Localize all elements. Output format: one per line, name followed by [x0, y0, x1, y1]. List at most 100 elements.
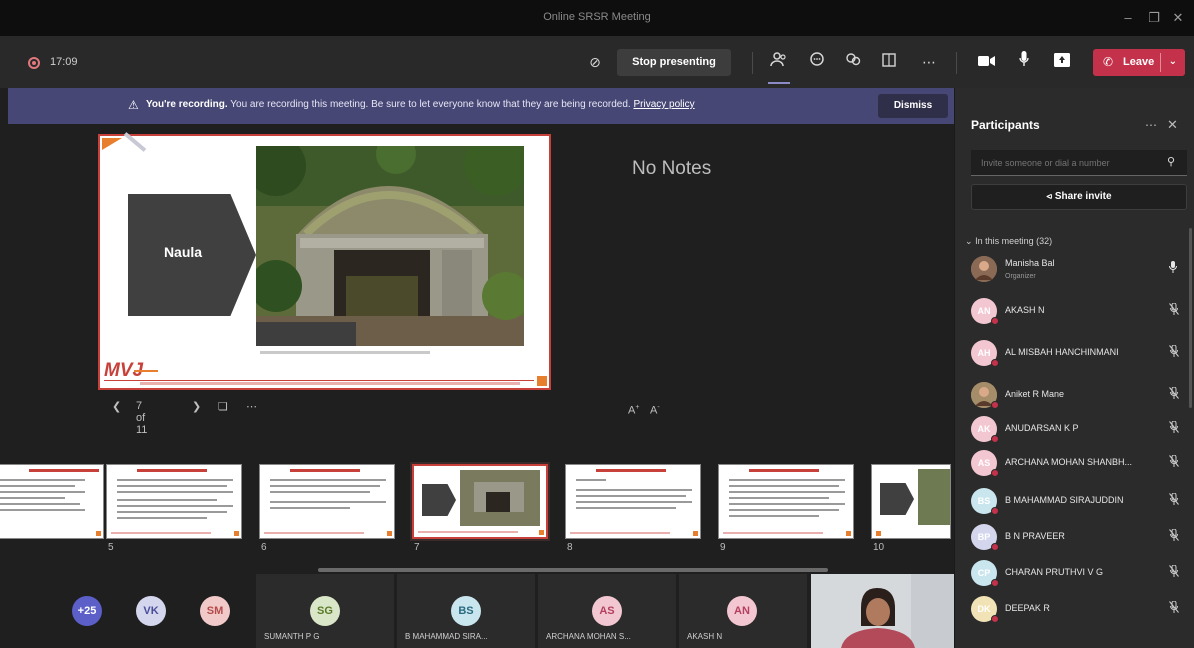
participant-row[interactable]: DK DEEPAK R	[965, 592, 1185, 626]
decrease-font-icon[interactable]: A-	[650, 404, 660, 417]
reactions-icon[interactable]	[842, 51, 864, 73]
slide-footer-line	[104, 380, 534, 381]
in-meeting-section-header[interactable]: ⌄ In this meeting (32)	[965, 236, 1052, 247]
image-caption	[260, 351, 430, 354]
slide-thumbnail[interactable]	[718, 464, 854, 539]
previous-slide-icon[interactable]: ❮	[112, 400, 121, 413]
self-video-tile[interactable]	[811, 574, 954, 648]
participant-row[interactable]: BP B N PRAVEER	[965, 520, 1185, 554]
thumbnail-number: 6	[261, 542, 267, 553]
participants-panel: Participants ⋯ ✕ ⚲ ⪦ Share invite ⌄ In t…	[954, 88, 1194, 648]
participant-name: AKASH N	[687, 632, 723, 641]
chat-icon[interactable]	[806, 51, 828, 73]
avatar[interactable]: SM	[200, 596, 230, 626]
increase-font-icon[interactable]: A+	[628, 404, 639, 417]
share-invite-label: Share invite	[1054, 191, 1112, 202]
avatar: BS	[451, 596, 481, 626]
privacy-policy-link[interactable]: Privacy policy	[633, 99, 694, 110]
microphone-muted-icon[interactable]	[1169, 564, 1179, 580]
participant-row[interactable]: Aniket R Mane	[965, 378, 1185, 412]
microphone-muted-icon[interactable]	[1169, 528, 1179, 544]
invite-input[interactable]	[971, 150, 1187, 176]
presentation-stage: Naula MVJ No Notes ❮ 7 of 11 ❯ ❏ ⋯ A+ A-…	[0, 124, 954, 572]
presence-status-badge	[991, 435, 999, 443]
presence-status-badge	[991, 359, 999, 367]
avatar[interactable]: VK	[136, 596, 166, 626]
participant-row[interactable]: AS ARCHANA MOHAN SHANBH...	[965, 446, 1185, 480]
more-actions-icon[interactable]: ⋯	[918, 51, 940, 73]
title-bar: Online SRSR Meeting – ❐ ✕	[0, 0, 1194, 36]
participant-name: AL MISBAH HANCHINMANI	[1005, 347, 1119, 357]
participant-row[interactable]: CP CHARAN PRUTHVI V G	[965, 556, 1185, 590]
slide-thumbnail[interactable]	[259, 464, 395, 539]
slide-thumbnail[interactable]	[0, 464, 104, 539]
share-icon: ⪦	[1046, 191, 1053, 202]
microphone-muted-icon[interactable]	[1169, 600, 1179, 616]
active-tab-indicator	[768, 82, 790, 84]
participant-name: SUMANTH P G	[264, 632, 320, 641]
meeting-toolbar: 17:09 ⊘ Stop presenting ⋯ ✆ Leave ⌄	[0, 36, 1194, 88]
breakout-rooms-icon[interactable]	[878, 51, 900, 73]
thumbnail-number: 9	[720, 542, 726, 553]
microphone-icon[interactable]	[1013, 51, 1035, 73]
thumbnail-scrollbar[interactable]	[318, 568, 828, 572]
stop-presenting-button[interactable]: Stop presenting	[617, 49, 731, 76]
avatar: AN	[727, 596, 757, 626]
panel-scrollbar[interactable]	[1189, 228, 1192, 408]
close-icon[interactable]: ✕	[1168, 8, 1188, 28]
slide-grid-icon[interactable]: ❏	[218, 400, 228, 413]
more-options-icon[interactable]: ⋯	[1145, 118, 1157, 132]
microphone-muted-icon[interactable]	[1169, 454, 1179, 470]
slide-thumbnail-selected[interactable]	[410, 462, 550, 541]
minimize-icon[interactable]: –	[1118, 8, 1138, 28]
leave-button[interactable]: ✆ Leave ⌄	[1093, 49, 1185, 76]
people-icon[interactable]	[768, 51, 790, 73]
search-icon[interactable]: ⚲	[1167, 155, 1175, 168]
slide-thumbnail[interactable]	[871, 464, 951, 539]
share-invite-button[interactable]: ⪦ Share invite	[971, 184, 1187, 210]
dismiss-button[interactable]: Dismiss	[878, 94, 948, 118]
participant-name: Manisha Bal	[1005, 258, 1055, 268]
share-tray-icon[interactable]	[1051, 51, 1073, 73]
microphone-icon[interactable]	[1169, 261, 1177, 276]
slide-thumbnail[interactable]	[565, 464, 701, 539]
toolbar-divider	[956, 52, 957, 74]
microphone-muted-icon[interactable]	[1169, 386, 1179, 402]
microphone-muted-icon[interactable]	[1169, 492, 1179, 508]
slide-box-label: Naula	[163, 244, 203, 260]
participant-name: ARCHANA MOHAN SHANBH...	[1005, 457, 1133, 467]
participant-row[interactable]: AN AKASH N	[965, 294, 1185, 328]
overflow-participants-badge[interactable]: +25	[72, 596, 102, 626]
participant-tile[interactable]: SG SUMANTH P G	[256, 574, 394, 648]
stop-sharing-view-icon[interactable]: ⊘	[584, 51, 606, 73]
participant-row[interactable]: BS B MAHAMMAD SIRAJUDDIN	[965, 484, 1185, 518]
next-slide-icon[interactable]: ❯	[192, 400, 201, 413]
participant-row[interactable]: AH AL MISBAH HANCHINMANI	[965, 336, 1185, 370]
notes-placeholder: No Notes	[632, 158, 712, 179]
teams-meeting-window: Online SRSR Meeting – ❐ ✕ 17:09 ⊘ Stop p…	[0, 0, 1194, 648]
camera-icon[interactable]	[976, 51, 998, 73]
microphone-muted-icon[interactable]	[1169, 420, 1179, 436]
participant-tile[interactable]: AN AKASH N	[679, 574, 807, 648]
more-options-icon[interactable]: ⋯	[246, 400, 257, 413]
participant-name: B MAHAMMAD SIRAJUDDIN	[1005, 495, 1124, 505]
banner-text: You are recording this meeting. Be sure …	[230, 99, 631, 110]
avatar: SG	[310, 596, 340, 626]
chevron-down-icon: ⌄	[965, 236, 973, 246]
avatar-photo	[971, 256, 997, 282]
participant-tile[interactable]: AS ARCHANA MOHAN S...	[538, 574, 676, 648]
participant-tile[interactable]: BS B MAHAMMAD SIRA...	[397, 574, 535, 648]
naula-photo	[256, 146, 524, 346]
microphone-muted-icon[interactable]	[1169, 302, 1179, 318]
participant-name: Aniket R Mane	[1005, 389, 1065, 399]
restore-icon[interactable]: ❐	[1144, 8, 1164, 28]
participant-name: DEEPAK R	[1005, 603, 1050, 613]
slide-thumbnail[interactable]	[106, 464, 242, 539]
participant-row[interactable]: Manisha Bal Organizer	[965, 252, 1185, 286]
microphone-muted-icon[interactable]	[1169, 344, 1179, 360]
participant-row[interactable]: AK ANUDARSAN K P	[965, 412, 1185, 446]
participant-role: Organizer	[1005, 273, 1036, 280]
chevron-down-icon[interactable]: ⌄	[1169, 56, 1177, 67]
close-icon[interactable]: ✕	[1167, 117, 1178, 133]
thumbnail-number: 7	[414, 542, 420, 553]
